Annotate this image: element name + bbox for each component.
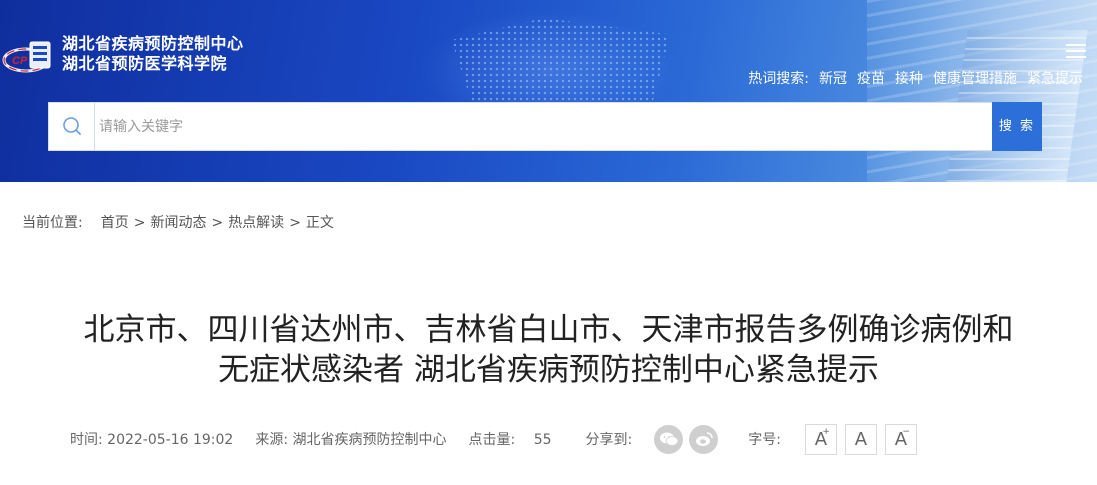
search-input[interactable] <box>99 111 979 142</box>
hot-word-link[interactable]: 健康管理措施 <box>933 70 1017 88</box>
time-value: 2022-05-16 19:02 <box>107 432 234 448</box>
hot-word-link[interactable]: 接种 <box>895 70 923 88</box>
time-label: 时间: <box>70 432 103 448</box>
hot-words-bar: 热词搜索: 新冠 疫苗 接种 健康管理措施 紧急提示 <box>748 70 1083 88</box>
source-value: 湖北省疾病预防控制中心 <box>292 432 447 448</box>
weibo-icon[interactable] <box>689 424 719 454</box>
breadcrumb-news-link[interactable]: 新闻动态 <box>150 214 206 232</box>
minus-icon: − <box>902 426 910 437</box>
org-name[interactable]: 湖北省疾病预防控制中心 湖北省预防医学科学院 <box>62 34 244 74</box>
share-group: 分享到: <box>585 424 719 454</box>
publish-time: 时间: 2022-05-16 19:02 <box>70 429 233 449</box>
font-size-controls: 字号: A + A A − <box>748 423 917 455</box>
hot-word-link[interactable]: 疫苗 <box>857 70 885 88</box>
search-button[interactable]: 搜 索 <box>992 102 1042 151</box>
hot-words-label: 热词搜索: <box>748 71 809 87</box>
breadcrumb-home-link[interactable]: 首页 <box>101 214 129 232</box>
search-bar: 搜 索 <box>48 102 1042 151</box>
breadcrumb-separator: > <box>211 215 224 231</box>
font-normal-button[interactable]: A <box>844 423 877 455</box>
breadcrumb-hot-topics-link[interactable]: 热点解读 <box>228 214 284 232</box>
org-name-line2: 湖北省预防医学科学院 <box>62 54 228 73</box>
cdc-logo-icon[interactable]: CP <box>2 38 56 76</box>
breadcrumb: 当前位置: 首页 > 新闻动态 > 热点解读 > 正文 <box>22 214 334 232</box>
share-label: 分享到: <box>585 432 633 448</box>
wechat-icon[interactable] <box>654 424 684 454</box>
search-icon <box>49 103 95 150</box>
org-name-line1: 湖北省疾病预防控制中心 <box>62 34 244 53</box>
article-meta: 时间: 2022-05-16 19:02 来源: 湖北省疾病预防控制中心 点击量… <box>70 423 917 455</box>
article-title-line2: 无症状感染者 湖北省疾病预防控制中心紧急提示 <box>218 352 879 388</box>
svg-text:CP: CP <box>12 55 28 67</box>
article-title-line1: 北京市、四川省达州市、吉林省白山市、天津市报告多例确诊病例和 <box>83 312 1014 348</box>
font-size-label: 字号: <box>748 432 781 448</box>
font-increase-button[interactable]: A + <box>804 423 837 455</box>
font-decrease-button[interactable]: A − <box>884 423 917 455</box>
plus-icon: + <box>822 426 830 437</box>
article-source: 来源: 湖北省疾病预防控制中心 <box>255 429 446 449</box>
click-count: 点击量: 55 <box>469 429 552 449</box>
hot-word-link[interactable]: 新冠 <box>819 70 847 88</box>
source-label: 来源: <box>255 432 289 448</box>
article-title: 北京市、四川省达州市、吉林省白山市、天津市报告多例确诊病例和 无症状感染者 湖北… <box>0 310 1097 390</box>
breadcrumb-separator: > <box>289 215 301 231</box>
clicks-value: 55 <box>533 432 552 448</box>
hot-word-link[interactable]: 紧急提示 <box>1027 70 1083 88</box>
breadcrumb-current: 正文 <box>305 215 334 231</box>
breadcrumb-separator: > <box>133 215 146 231</box>
clicks-label: 点击量: <box>468 432 516 448</box>
font-normal-letter: A <box>854 428 868 450</box>
header-banner: CP 湖北省疾病预防控制中心 湖北省预防医学科学院 热词搜索: 新冠 疫苗 接种… <box>0 0 1097 182</box>
breadcrumb-label: 当前位置: <box>22 215 83 231</box>
banner-building-image <box>867 0 1097 182</box>
hamburger-menu-icon[interactable] <box>1066 44 1088 60</box>
